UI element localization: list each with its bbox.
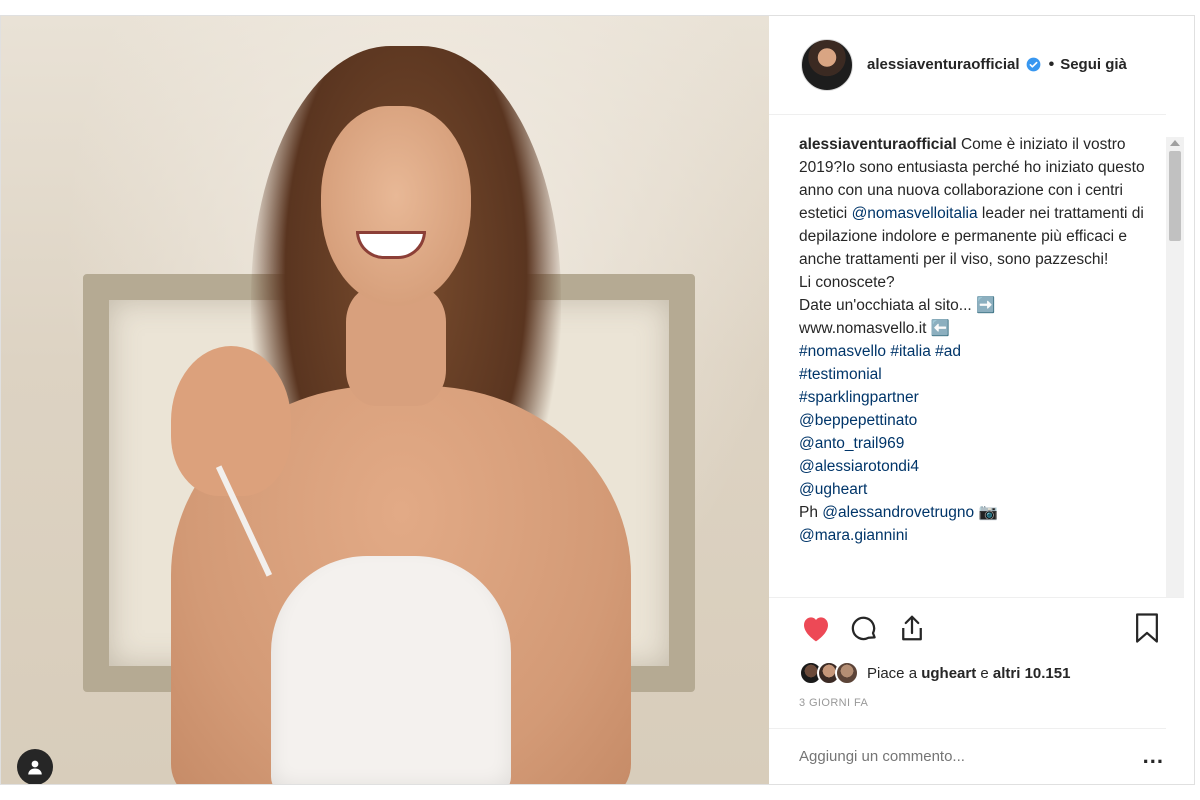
share-icon bbox=[902, 615, 922, 641]
photo-arm bbox=[171, 346, 291, 496]
scrollbar-thumb[interactable] bbox=[1169, 150, 1181, 241]
post-header: alessiaventuraofficial • Segui già bbox=[769, 16, 1166, 115]
caption-tag-link[interactable]: #testimonial bbox=[799, 366, 882, 383]
caption-tag-link[interactable]: #nomasvello bbox=[799, 343, 886, 360]
caption-tag-link[interactable]: @ugheart bbox=[799, 481, 867, 498]
post-caption: alessiaventuraofficial Come è iniziato i… bbox=[769, 115, 1184, 547]
user-tag-icon[interactable] bbox=[17, 749, 53, 784]
like-button[interactable] bbox=[799, 611, 833, 645]
instagram-post: alessiaventuraofficial • Segui già aless… bbox=[0, 15, 1195, 785]
caption-tag-link[interactable]: @anto_trail969 bbox=[799, 435, 904, 452]
bookmark-icon bbox=[1136, 613, 1158, 643]
post-timestamp[interactable]: 3 GIORNI FA bbox=[769, 689, 1166, 729]
comment-icon bbox=[851, 616, 876, 641]
caption-text: 📷 bbox=[978, 503, 998, 521]
liker-username-link[interactable]: ugheart bbox=[921, 665, 976, 682]
caption-tag-link[interactable]: #sparklingpartner bbox=[799, 389, 919, 406]
likes-count-link[interactable]: altri 10.151 bbox=[993, 665, 1071, 682]
post-sidebar: alessiaventuraofficial • Segui già aless… bbox=[769, 16, 1194, 784]
comment-bar: ... bbox=[769, 729, 1194, 784]
heart-icon bbox=[804, 617, 828, 642]
likes-row: Piace a ugheart e altri 10.151 bbox=[769, 658, 1194, 690]
share-button[interactable] bbox=[895, 611, 929, 645]
caption-tag-link[interactable]: @nomasvelloitalia bbox=[852, 205, 978, 222]
verified-badge-icon bbox=[1026, 57, 1040, 72]
username-link[interactable]: alessiaventuraofficial bbox=[867, 56, 1020, 73]
save-button[interactable] bbox=[1132, 611, 1162, 645]
caption-tag-link[interactable]: @beppepettinato bbox=[799, 412, 917, 429]
scroll-up-arrow-icon[interactable] bbox=[1170, 139, 1180, 146]
caption-scroll-area[interactable]: alessiaventuraofficial Come è iniziato i… bbox=[769, 115, 1184, 599]
caption-tag-link[interactable]: #italia bbox=[890, 343, 931, 360]
photo-face bbox=[321, 106, 471, 306]
comment-button[interactable] bbox=[847, 611, 881, 645]
caption-tag-link[interactable]: @alessandrovetrugno bbox=[822, 504, 974, 521]
photo-top bbox=[271, 556, 511, 784]
action-bar bbox=[769, 598, 1194, 657]
caption-text: leader nei trattamenti di depilazione in… bbox=[799, 204, 1144, 337]
caption-tag-link[interactable]: @mara.giannini bbox=[799, 527, 908, 544]
comment-input[interactable] bbox=[799, 747, 1143, 765]
caption-tag-link[interactable]: #ad bbox=[935, 343, 961, 360]
liker-avatar[interactable] bbox=[835, 661, 859, 686]
avatar[interactable] bbox=[801, 38, 853, 91]
caption-scrollbar[interactable] bbox=[1166, 136, 1184, 598]
caption-text: Ph bbox=[799, 503, 818, 521]
follow-button[interactable]: Segui già bbox=[1060, 56, 1127, 73]
liker-avatars[interactable] bbox=[799, 661, 859, 686]
separator-dot: • bbox=[1048, 55, 1055, 73]
caption-tag-link[interactable]: @alessiarotondi4 bbox=[799, 458, 919, 475]
post-photo[interactable] bbox=[1, 16, 769, 784]
likes-text: Piace a ugheart e altri 10.151 bbox=[867, 664, 1071, 682]
more-options-button[interactable]: ... bbox=[1143, 743, 1164, 769]
caption-author-link[interactable]: alessiaventuraofficial bbox=[799, 136, 957, 153]
